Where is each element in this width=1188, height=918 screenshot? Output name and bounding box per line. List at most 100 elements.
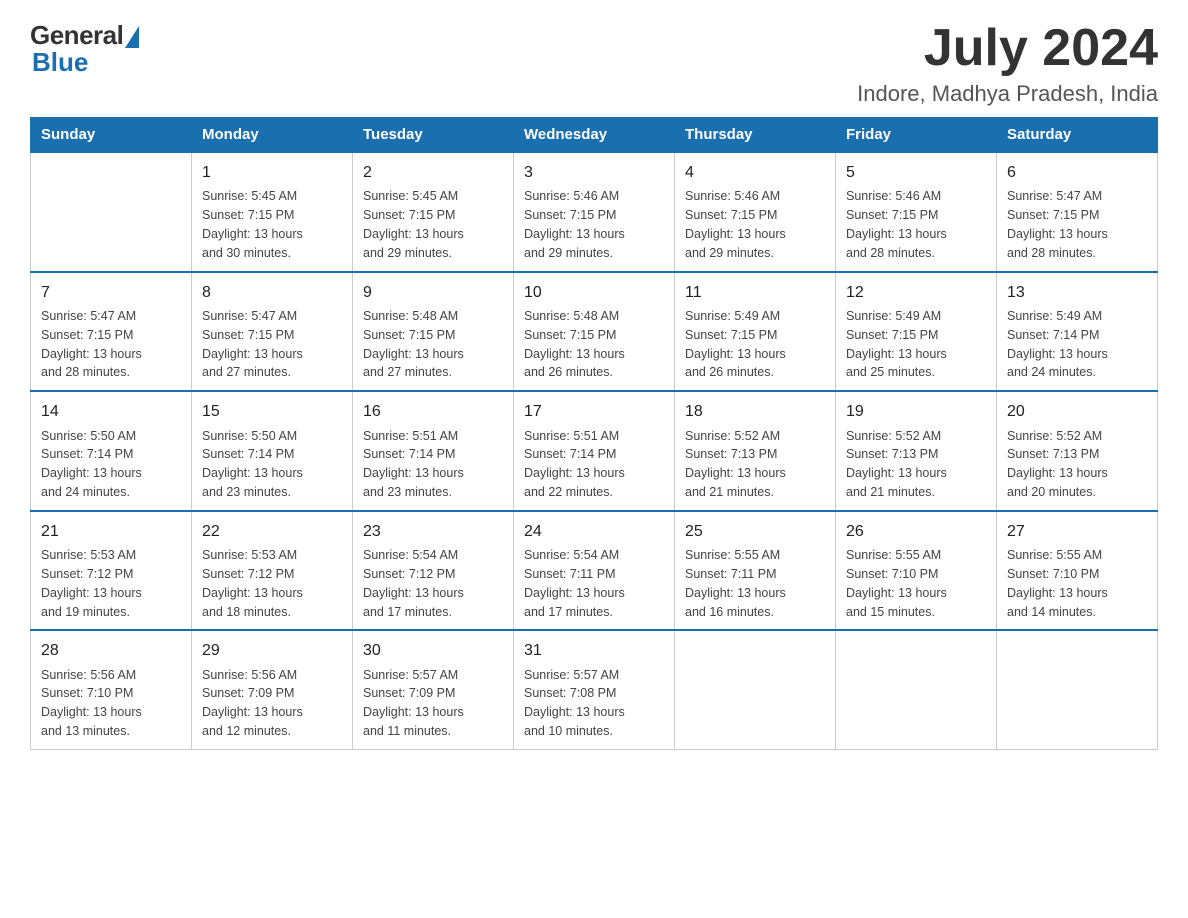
day-info: Sunrise: 5:47 AM Sunset: 7:15 PM Dayligh…	[202, 309, 303, 380]
day-number: 20	[1007, 400, 1147, 423]
day-number: 4	[685, 161, 825, 184]
day-number: 24	[524, 520, 664, 543]
day-number: 27	[1007, 520, 1147, 543]
day-number: 15	[202, 400, 342, 423]
calendar-cell: 7Sunrise: 5:47 AM Sunset: 7:15 PM Daylig…	[31, 272, 192, 392]
day-number: 11	[685, 281, 825, 304]
calendar-week-3: 21 Sunrise: 5:53 AM Sunset: 7:12 PM Dayli…	[31, 511, 1158, 631]
calendar-cell: 24 Sunrise: 5:54 AM Sunset: 7:11 PM Dayli…	[514, 511, 675, 631]
location-text: Indore, Madhya Pradesh, India	[857, 81, 1158, 107]
calendar-cell: 20 Sunrise: 5:52 AM Sunset: 7:13 PM Dayli…	[997, 391, 1158, 511]
calendar-week-1: 7Sunrise: 5:47 AM Sunset: 7:15 PM Daylig…	[31, 272, 1158, 392]
day-info: Sunrise: 5:46 AM Sunset: 7:15 PM Dayligh…	[685, 189, 786, 260]
day-info: Sunrise: 5:53 AM Sunset: 7:12 PM Dayligh…	[41, 548, 142, 619]
day-number: 6	[1007, 161, 1147, 184]
day-info: Sunrise: 5:50 AM Sunset: 7:14 PM Dayligh…	[41, 429, 142, 500]
day-info: Sunrise: 5:51 AM Sunset: 7:14 PM Dayligh…	[524, 429, 625, 500]
day-number: 28	[41, 639, 181, 662]
day-info: Sunrise: 5:45 AM Sunset: 7:15 PM Dayligh…	[363, 189, 464, 260]
day-number: 16	[363, 400, 503, 423]
day-header-sunday: Sunday	[31, 118, 192, 153]
calendar-cell: 23 Sunrise: 5:54 AM Sunset: 7:12 PM Dayli…	[353, 511, 514, 631]
calendar-cell: 30 Sunrise: 5:57 AM Sunset: 7:09 PM Dayli…	[353, 630, 514, 749]
title-area: July 2024 Indore, Madhya Pradesh, India	[857, 20, 1158, 107]
calendar-cell: 19 Sunrise: 5:52 AM Sunset: 7:13 PM Dayli…	[836, 391, 997, 511]
logo-triangle-icon	[125, 26, 139, 48]
calendar-cell: 13 Sunrise: 5:49 AM Sunset: 7:14 PM Dayli…	[997, 272, 1158, 392]
calendar-table: SundayMondayTuesdayWednesdayThursdayFrid…	[30, 117, 1158, 750]
day-info: Sunrise: 5:57 AM Sunset: 7:09 PM Dayligh…	[363, 668, 464, 739]
day-info: Sunrise: 5:54 AM Sunset: 7:12 PM Dayligh…	[363, 548, 464, 619]
day-number: 2	[363, 161, 503, 184]
day-number: 5	[846, 161, 986, 184]
calendar-header: SundayMondayTuesdayWednesdayThursdayFrid…	[31, 118, 1158, 153]
calendar-body: 1Sunrise: 5:45 AM Sunset: 7:15 PM Daylig…	[31, 152, 1158, 749]
logo: General Blue	[30, 20, 139, 78]
day-number: 10	[524, 281, 664, 304]
day-info: Sunrise: 5:52 AM Sunset: 7:13 PM Dayligh…	[685, 429, 786, 500]
day-headers-row: SundayMondayTuesdayWednesdayThursdayFrid…	[31, 118, 1158, 153]
day-header-wednesday: Wednesday	[514, 118, 675, 153]
day-number: 17	[524, 400, 664, 423]
calendar-cell: 18 Sunrise: 5:52 AM Sunset: 7:13 PM Dayli…	[675, 391, 836, 511]
calendar-cell: 27 Sunrise: 5:55 AM Sunset: 7:10 PM Dayli…	[997, 511, 1158, 631]
day-number: 25	[685, 520, 825, 543]
calendar-cell: 21 Sunrise: 5:53 AM Sunset: 7:12 PM Dayli…	[31, 511, 192, 631]
calendar-cell: 6Sunrise: 5:47 AM Sunset: 7:15 PM Daylig…	[997, 152, 1158, 272]
day-info: Sunrise: 5:55 AM Sunset: 7:10 PM Dayligh…	[846, 548, 947, 619]
calendar-cell	[997, 630, 1158, 749]
day-number: 8	[202, 281, 342, 304]
page-header: General Blue July 2024 Indore, Madhya Pr…	[30, 20, 1158, 107]
calendar-cell: 16 Sunrise: 5:51 AM Sunset: 7:14 PM Dayli…	[353, 391, 514, 511]
day-number: 30	[363, 639, 503, 662]
day-number: 12	[846, 281, 986, 304]
day-info: Sunrise: 5:45 AM Sunset: 7:15 PM Dayligh…	[202, 189, 303, 260]
day-header-thursday: Thursday	[675, 118, 836, 153]
calendar-cell: 4 Sunrise: 5:46 AM Sunset: 7:15 PM Daylig…	[675, 152, 836, 272]
calendar-cell: 11 Sunrise: 5:49 AM Sunset: 7:15 PM Dayli…	[675, 272, 836, 392]
calendar-cell: 14 Sunrise: 5:50 AM Sunset: 7:14 PM Dayli…	[31, 391, 192, 511]
day-number: 23	[363, 520, 503, 543]
calendar-cell: 17 Sunrise: 5:51 AM Sunset: 7:14 PM Dayli…	[514, 391, 675, 511]
day-info: Sunrise: 5:52 AM Sunset: 7:13 PM Dayligh…	[1007, 429, 1108, 500]
calendar-cell	[675, 630, 836, 749]
month-title: July 2024	[857, 20, 1158, 77]
day-number: 19	[846, 400, 986, 423]
day-info: Sunrise: 5:49 AM Sunset: 7:14 PM Dayligh…	[1007, 309, 1108, 380]
day-info: Sunrise: 5:51 AM Sunset: 7:14 PM Dayligh…	[363, 429, 464, 500]
day-number: 26	[846, 520, 986, 543]
calendar-cell: 22Sunrise: 5:53 AM Sunset: 7:12 PM Dayli…	[192, 511, 353, 631]
day-number: 21	[41, 520, 181, 543]
day-header-saturday: Saturday	[997, 118, 1158, 153]
logo-blue-text: Blue	[32, 47, 88, 78]
day-info: Sunrise: 5:46 AM Sunset: 7:15 PM Dayligh…	[524, 189, 625, 260]
day-number: 13	[1007, 281, 1147, 304]
day-info: Sunrise: 5:55 AM Sunset: 7:11 PM Dayligh…	[685, 548, 786, 619]
calendar-week-4: 28Sunrise: 5:56 AM Sunset: 7:10 PM Dayli…	[31, 630, 1158, 749]
day-number: 31	[524, 639, 664, 662]
calendar-cell	[31, 152, 192, 272]
calendar-cell: 2 Sunrise: 5:45 AM Sunset: 7:15 PM Daylig…	[353, 152, 514, 272]
day-info: Sunrise: 5:55 AM Sunset: 7:10 PM Dayligh…	[1007, 548, 1108, 619]
calendar-cell: 26 Sunrise: 5:55 AM Sunset: 7:10 PM Dayli…	[836, 511, 997, 631]
day-info: Sunrise: 5:46 AM Sunset: 7:15 PM Dayligh…	[846, 189, 947, 260]
day-info: Sunrise: 5:57 AM Sunset: 7:08 PM Dayligh…	[524, 668, 625, 739]
day-info: Sunrise: 5:54 AM Sunset: 7:11 PM Dayligh…	[524, 548, 625, 619]
day-number: 29	[202, 639, 342, 662]
day-info: Sunrise: 5:52 AM Sunset: 7:13 PM Dayligh…	[846, 429, 947, 500]
calendar-cell: 8 Sunrise: 5:47 AM Sunset: 7:15 PM Daylig…	[192, 272, 353, 392]
day-number: 9	[363, 281, 503, 304]
day-number: 18	[685, 400, 825, 423]
day-header-friday: Friday	[836, 118, 997, 153]
day-info: Sunrise: 5:47 AM Sunset: 7:15 PM Dayligh…	[41, 309, 142, 380]
day-info: Sunrise: 5:50 AM Sunset: 7:14 PM Dayligh…	[202, 429, 303, 500]
calendar-cell: 3 Sunrise: 5:46 AM Sunset: 7:15 PM Daylig…	[514, 152, 675, 272]
calendar-cell: 31 Sunrise: 5:57 AM Sunset: 7:08 PM Dayli…	[514, 630, 675, 749]
day-info: Sunrise: 5:48 AM Sunset: 7:15 PM Dayligh…	[363, 309, 464, 380]
day-number: 3	[524, 161, 664, 184]
day-info: Sunrise: 5:49 AM Sunset: 7:15 PM Dayligh…	[685, 309, 786, 380]
calendar-week-0: 1Sunrise: 5:45 AM Sunset: 7:15 PM Daylig…	[31, 152, 1158, 272]
calendar-cell: 28Sunrise: 5:56 AM Sunset: 7:10 PM Dayli…	[31, 630, 192, 749]
day-header-tuesday: Tuesday	[353, 118, 514, 153]
day-number: 14	[41, 400, 181, 423]
